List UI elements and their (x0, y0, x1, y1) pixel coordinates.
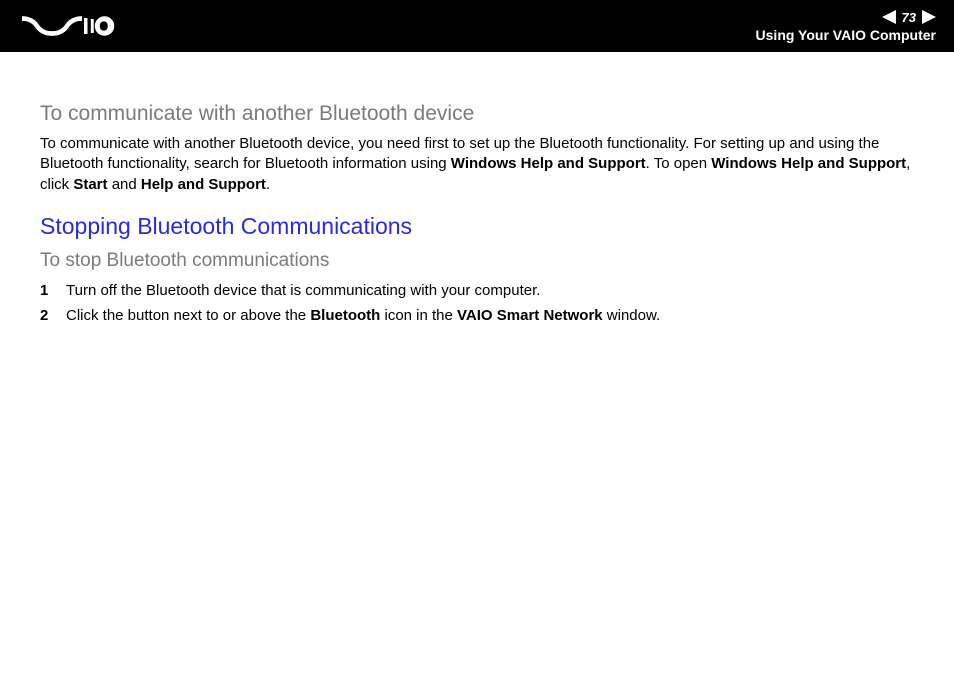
section2-heading-sub: To stop Bluetooth communications (40, 250, 924, 272)
text: Click the button next to or above the (66, 307, 310, 324)
text-bold: Windows Help and Support (451, 155, 646, 172)
text: icon in the (380, 307, 457, 324)
step-text: Turn off the Bluetooth device that is co… (66, 280, 540, 301)
step-text: Click the button next to or above the Bl… (66, 305, 660, 326)
text-bold: Help and Support (141, 176, 266, 193)
text: window. (603, 307, 661, 324)
section1-heading: To communicate with another Bluetooth de… (40, 102, 924, 126)
section1-paragraph: To communicate with another Bluetooth de… (40, 134, 924, 195)
text-bold: VAIO Smart Network (457, 307, 603, 324)
section2-heading-main: Stopping Bluetooth Communications (40, 213, 924, 240)
page-nav: 73 (882, 10, 936, 25)
vaio-logo: IO (22, 15, 132, 37)
step-2: 2 Click the button next to or above the … (40, 305, 924, 326)
header-bar: IO 73 Using Your VAIO Computer (0, 0, 954, 52)
prev-page-icon[interactable] (882, 10, 896, 24)
text: . To open (646, 155, 712, 172)
page-content: To communicate with another Bluetooth de… (0, 52, 954, 326)
text: and (108, 176, 141, 193)
text: . (266, 176, 270, 193)
page-number: 73 (902, 10, 916, 25)
text-bold: Start (73, 176, 107, 193)
breadcrumb: Using Your VAIO Computer (756, 27, 936, 43)
vaio-logo-svg: IO (22, 15, 132, 37)
step-number: 1 (40, 280, 66, 301)
next-page-icon[interactable] (922, 10, 936, 24)
step-number: 2 (40, 305, 66, 326)
step-1: 1 Turn off the Bluetooth device that is … (40, 280, 924, 301)
text-bold: Windows Help and Support (711, 155, 906, 172)
text-bold: Bluetooth (310, 307, 380, 324)
header-right: 73 Using Your VAIO Computer (756, 10, 936, 43)
